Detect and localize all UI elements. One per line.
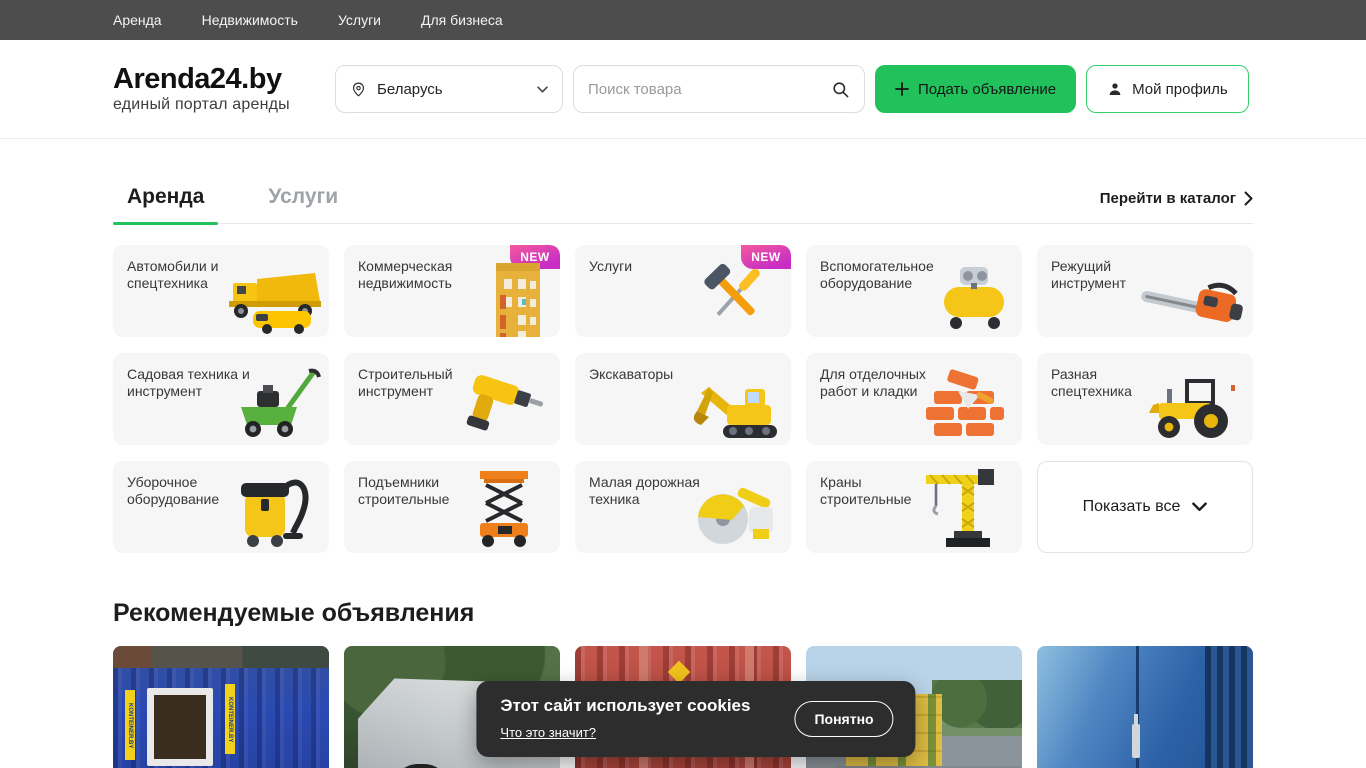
- search-input[interactable]: [588, 80, 831, 98]
- category-card-otdelochnye[interactable]: Для отделочных работ и кладки: [806, 353, 1022, 446]
- container-window: [147, 688, 213, 767]
- plus-icon: [895, 82, 909, 97]
- caret-down-icon: [537, 86, 548, 93]
- category-card-avtomobili[interactable]: Автомобили и спецтехника: [113, 245, 329, 338]
- recommended-title: Рекомендуемые объявления: [113, 599, 475, 628]
- show-all-button[interactable]: Показать все: [1037, 461, 1253, 554]
- cookie-info-link[interactable]: Что это значит?: [500, 725, 596, 740]
- topbar-link-dlya-biznesa[interactable]: Для бизнеса: [421, 12, 503, 28]
- listing-photo-blue-container-cabin[interactable]: KONTEINER.BY KONTEINER.BY: [113, 646, 329, 768]
- bricks-icon: [926, 369, 1004, 437]
- tab-uslugi[interactable]: Услуги: [254, 185, 352, 223]
- building-icon: [496, 263, 540, 338]
- user-icon: [1109, 83, 1121, 96]
- vacuum-icon: [241, 480, 309, 548]
- topbar-link-nedvizhimost[interactable]: Недвижимость: [202, 12, 298, 28]
- chevron-right-icon: [1244, 191, 1253, 206]
- category-card-raznaya[interactable]: Разная спецтехника: [1037, 353, 1253, 446]
- scissor-lift-icon: [480, 471, 528, 548]
- logo-title: Arenda24.by: [113, 63, 282, 95]
- lawnmower-icon: [241, 369, 321, 438]
- profile-button[interactable]: Мой профиль: [1086, 65, 1249, 114]
- show-all-label: Показать все: [1082, 498, 1181, 516]
- chevron-down-icon: [1192, 502, 1208, 512]
- cookie-banner: Этот сайт использует cookies Что это зна…: [476, 681, 916, 757]
- location-value: Беларусь: [377, 80, 443, 98]
- category-card-stroitelnyy[interactable]: Строительный инструмент: [344, 353, 560, 446]
- location-pin-icon: [352, 82, 365, 97]
- cookie-title: Этот сайт использует cookies: [500, 696, 751, 715]
- location-select[interactable]: Беларусь: [335, 65, 563, 114]
- category-card-rezhushchiy[interactable]: Режущий инструмент: [1037, 245, 1253, 338]
- drill-icon: [466, 375, 544, 431]
- photo-background: [932, 680, 1022, 729]
- post-ad-label: Подать объявление: [918, 80, 1057, 98]
- category-card-uslugi[interactable]: Услуги NEW: [575, 245, 791, 338]
- category-card-ekskavatory[interactable]: Экскаваторы: [575, 353, 791, 446]
- topbar-link-uslugi[interactable]: Услуги: [338, 12, 381, 28]
- category-label: Коммерческая недвижимость: [358, 258, 453, 291]
- tabs-row: Аренда Услуги Перейти в каталог: [113, 185, 1253, 226]
- category-card-sadovaya[interactable]: Садовая техника и инструмент: [113, 353, 329, 446]
- road-saw-icon: [698, 488, 773, 545]
- container-ribs: [1205, 646, 1253, 768]
- post-ad-button[interactable]: Подать объявление: [875, 65, 1077, 114]
- tools-icon: [704, 264, 760, 317]
- catalog-link[interactable]: Перейти в каталог: [1100, 190, 1253, 223]
- chainsaw-icon: [1141, 283, 1243, 323]
- listing-photo-blue-doors[interactable]: [1037, 646, 1253, 768]
- photo-background: [113, 646, 329, 669]
- dump-truck-icon: [229, 273, 321, 335]
- profile-label: Мой профиль: [1132, 80, 1228, 98]
- tractor-icon: [1149, 379, 1235, 439]
- category-card-kommercheskaya[interactable]: Коммерческая недвижимость NEW: [344, 245, 560, 338]
- search-box: [573, 65, 865, 114]
- category-card-uborochnoe[interactable]: Уборочное оборудование: [113, 461, 329, 554]
- topbar-link-arenda[interactable]: Аренда: [113, 12, 162, 28]
- excavator-icon: [693, 387, 777, 439]
- category-card-dorozhnaya[interactable]: Малая дорожная техника: [575, 461, 791, 554]
- tab-arenda[interactable]: Аренда: [113, 185, 219, 226]
- catalog-link-label: Перейти в каталог: [1099, 190, 1236, 208]
- logo-subtitle: единый портал аренды: [113, 96, 290, 114]
- topbar: Аренда Недвижимость Услуги Для бизнеса: [0, 0, 1366, 40]
- cookie-accept-button[interactable]: Понятно: [794, 701, 894, 737]
- compressor-icon: [944, 267, 1004, 330]
- category-card-krany[interactable]: Краны строительные: [806, 461, 1022, 554]
- category-card-podemniki[interactable]: Подъемники строительные: [344, 461, 560, 554]
- category-card-vspomogatelnoe[interactable]: Вспомогательное оборудование: [806, 245, 1022, 338]
- sticker-text: KONTEINER.BY: [225, 684, 235, 755]
- search-icon[interactable]: [831, 80, 850, 99]
- category-grid: Автомобили и спецтехника Коммерческая не…: [113, 245, 1253, 554]
- header: Arenda24.by единый портал аренды Беларус…: [0, 40, 1366, 140]
- door-handle: [1132, 724, 1141, 759]
- sticker-text: KONTEINER.BY: [125, 690, 135, 761]
- tower-crane-icon: [926, 469, 994, 548]
- logo[interactable]: Arenda24.by единый портал аренды: [113, 64, 313, 114]
